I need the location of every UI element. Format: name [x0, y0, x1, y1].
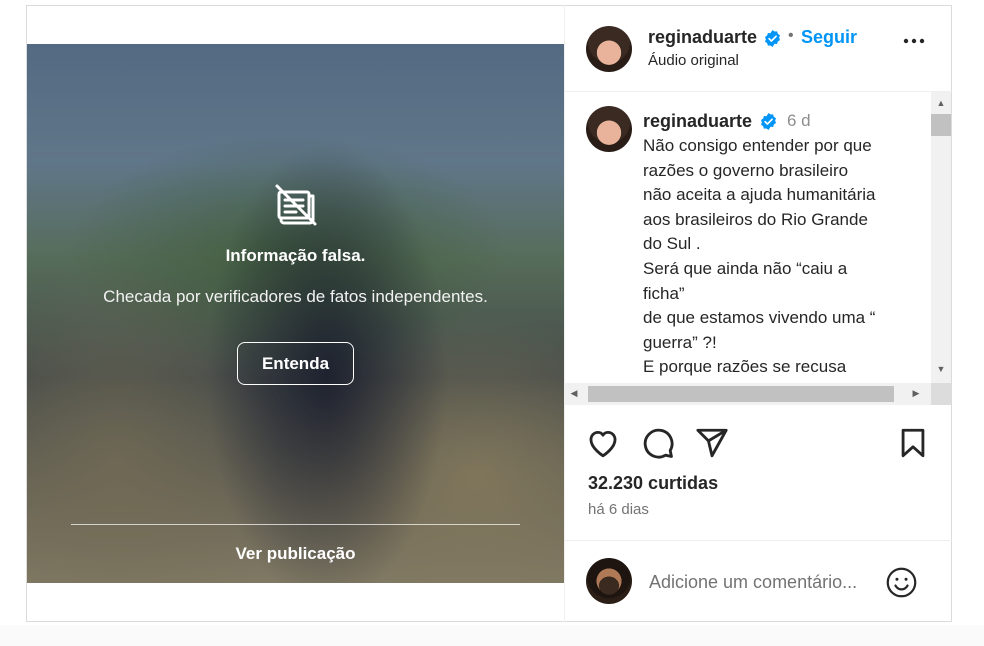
- fact-check-subtitle: Checada por verificadores de fatos indep…: [103, 287, 488, 306]
- header-separator: •: [788, 27, 794, 44]
- more-options-icon[interactable]: [902, 33, 926, 49]
- horizontal-scroll-thumb[interactable]: [588, 386, 894, 402]
- overlay-divider: [71, 524, 520, 525]
- fact-check-title: Informação falsa.: [225, 246, 366, 265]
- audio-label[interactable]: Áudio original: [648, 52, 739, 69]
- author-username[interactable]: reginaduarte: [648, 27, 757, 48]
- likes-count[interactable]: 32.230 curtidas: [588, 473, 718, 494]
- scrollbar-corner: [931, 383, 951, 405]
- comment-input[interactable]: [649, 568, 874, 596]
- vertical-scroll-thumb[interactable]: [931, 114, 951, 136]
- post-date: há 6 dias: [588, 501, 649, 518]
- share-icon[interactable]: [695, 426, 729, 460]
- caption-text: Não consigo entender por que razões o go…: [643, 136, 876, 377]
- like-heart-icon[interactable]: [586, 426, 620, 460]
- view-post-button[interactable]: Ver publicação: [27, 544, 564, 564]
- comment-divider: [565, 540, 952, 541]
- comment-icon[interactable]: [641, 426, 675, 460]
- follow-button[interactable]: Seguir: [801, 27, 857, 48]
- blur-overlay: [27, 44, 564, 583]
- scroll-up-arrow[interactable]: ▲: [931, 98, 951, 108]
- page-bottom-strip: [0, 625, 984, 646]
- post-media: Informação falsa. Checada por verificado…: [27, 44, 564, 583]
- save-bookmark-icon[interactable]: [896, 426, 930, 460]
- learn-more-button[interactable]: Entenda: [237, 342, 354, 385]
- scroll-left-arrow[interactable]: ◀: [566, 388, 582, 399]
- scroll-right-arrow[interactable]: ▶: [908, 388, 924, 399]
- emoji-icon[interactable]: [885, 566, 918, 599]
- caption-clip: Não consigo entender por que razões o go…: [565, 92, 931, 383]
- scroll-down-arrow[interactable]: ▼: [931, 364, 951, 374]
- author-avatar[interactable]: [586, 26, 632, 72]
- verified-badge-icon: [765, 30, 780, 47]
- fact-check-hidden-icon: [275, 184, 317, 226]
- current-user-avatar: [586, 558, 632, 604]
